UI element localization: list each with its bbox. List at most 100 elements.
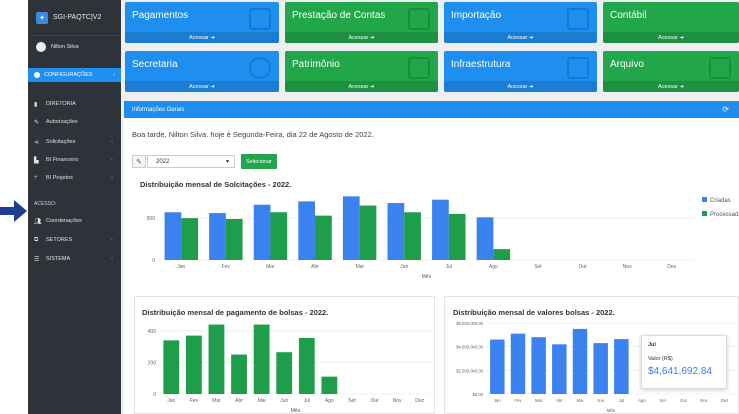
tile-access-link[interactable]: Acessar ➔ — [285, 81, 438, 92]
year-select[interactable]: 2022 ▼ — [147, 155, 235, 168]
bar — [593, 343, 608, 394]
sidebar-item-label: Coordenações — [46, 218, 82, 224]
x-tick-label: Ago — [489, 264, 498, 270]
bar — [209, 213, 226, 260]
sidebar-item-solicitacoes[interactable]: ⋖ Solicitações ‹ — [28, 133, 121, 151]
chevron-left-icon: ‹ — [111, 256, 113, 262]
tile-action-label: Acessar — [348, 34, 369, 41]
bar — [404, 212, 421, 260]
year-select-value: 2022 — [156, 158, 170, 165]
refresh-icon[interactable]: ⟳ — [722, 105, 729, 114]
x-axis-label: Mês — [422, 274, 432, 280]
bar — [531, 337, 546, 394]
sidebar-item-label: SETORES — [46, 237, 73, 243]
chevron-down-icon: ▼ — [225, 158, 230, 165]
tile-action-label: Acessar — [188, 34, 209, 41]
x-tick-label: Nov — [393, 398, 402, 404]
bar — [387, 203, 405, 260]
select-button[interactable]: Selecionar — [241, 154, 277, 169]
sidebar-item-configuracoes[interactable]: CONFIGURAÇÕES ‹ — [28, 68, 121, 82]
x-tick-label: Fev — [222, 264, 231, 270]
chevron-left-icon: ‹ — [111, 237, 113, 243]
tile-importacao[interactable]: Importação Acessar ➔ — [444, 2, 597, 43]
x-tick-label: Out — [579, 264, 588, 270]
y-tick-label: 0 — [153, 392, 156, 398]
bar — [614, 339, 629, 394]
x-tick-label: Mai — [577, 398, 584, 403]
bar — [225, 218, 243, 260]
x-tick-label: Jan — [177, 264, 185, 270]
panel-header: Informações Gerais ⟳ — [124, 101, 739, 118]
x-tick-label: Nov — [623, 264, 632, 270]
x-tick-label: Jul — [304, 398, 310, 404]
chart-solicitacoes: 500 0 Jan Fev Mar Abr Mai Jun Jul Ago Set Out Nov Dez… — [147, 196, 739, 280]
cash-register-icon — [249, 8, 271, 30]
tile-action-label: Acessar — [657, 83, 678, 90]
x-tick-label: Jun — [280, 398, 288, 404]
bar — [270, 212, 288, 260]
x-tick-label: Mar — [535, 398, 543, 403]
settings-icon — [34, 72, 40, 78]
bar — [552, 344, 567, 394]
tile-infraestrutura[interactable]: Infraestrutura Acessar ➔ — [444, 51, 597, 92]
sidebar-item-coordenacoes[interactable]: 👥︎ Coordenações — [28, 212, 121, 230]
chevron-left-icon: ‹ — [113, 72, 115, 78]
tools-icon: ✎ — [34, 119, 40, 126]
sidebar-item-sistema[interactable]: ☰ SISTEMA ‹ — [28, 250, 121, 268]
bar — [448, 213, 466, 260]
x-tick-label: Jan — [494, 398, 501, 403]
y-tick-label: 400 — [148, 329, 157, 335]
tile-prestacao-de-contas[interactable]: Prestação de Contas Acessar ➔ — [285, 2, 438, 43]
tile-access-link[interactable]: Acessar ➔ — [285, 32, 438, 43]
tile-access-link[interactable]: Acessar ➔ — [603, 81, 739, 92]
chart-pagamento-bolsas: 400 200 0 Jan Fev Mar Abr Mai Jun Jul Ago Set Out Nov… — [148, 324, 431, 414]
brand[interactable]: ✦ SGI-PAQTC|V2 — [28, 0, 121, 36]
bar — [510, 333, 526, 394]
sidebar-item-setores[interactable]: ⧉ SETORES ‹ — [28, 231, 121, 249]
sidebar-item-label: Autorizações — [46, 119, 78, 125]
tile-title: Secretaria — [132, 59, 178, 70]
tile-patrimonio[interactable]: Patrimônio Acessar ➔ — [285, 51, 438, 92]
logo-icon: ✦ — [36, 11, 48, 24]
bar — [298, 337, 315, 394]
bar — [231, 354, 247, 394]
sidebar-item-bi-projetos[interactable]: ⑂ BI Projetos ‹ — [28, 169, 121, 187]
wrench-icon — [567, 57, 589, 79]
import-icon — [567, 8, 589, 30]
user-profile[interactable]: Nilton Silva — [28, 36, 121, 58]
sidebar-item-label: DIRETORIA — [46, 101, 76, 107]
tile-access-link[interactable]: Acessar ➔ — [125, 81, 279, 92]
sidebar-item-label: Solicitações — [46, 139, 76, 145]
x-tick-label: Jun — [400, 264, 408, 270]
tile-access-link[interactable]: Acessar ➔ — [444, 81, 597, 92]
pin-icon — [408, 57, 430, 79]
sidebar-item-bi-financeiro[interactable]: ▙ BI Financeiro ‹ — [28, 151, 121, 169]
y-tick-label: 0 — [152, 258, 155, 264]
tile-access-link[interactable]: Acessar ➔ — [125, 32, 279, 43]
bar — [321, 376, 338, 394]
tile-pagamentos[interactable]: Pagamentos Acessar ➔ — [125, 2, 279, 43]
x-tick-label: Dez — [721, 398, 728, 403]
avatar — [36, 42, 46, 52]
panel-pagamento-bolsas: Distribuição mensal de pagamento de bols… — [134, 296, 435, 414]
chevron-left-icon: ‹ — [111, 157, 113, 163]
edit-icon[interactable]: ✎ — [132, 155, 146, 168]
bar — [181, 218, 199, 260]
x-tick-label: Dez — [667, 264, 676, 270]
bar — [315, 215, 332, 260]
bar — [185, 335, 202, 394]
chart-title-pagamento: Distribuição mensal de pagamento de bols… — [142, 308, 329, 317]
x-tick-label: Jun — [597, 398, 604, 403]
tile-action-label: Acessar — [348, 83, 369, 90]
tile-contabil[interactable]: Contábil Acessar ➔ — [603, 2, 739, 43]
sidebar: ✦ SGI-PAQTC|V2 Nilton Silva CONFIGURAÇÕE… — [28, 0, 121, 414]
tile-secretaria[interactable]: Secretaria Acessar ➔ — [125, 51, 279, 92]
chart-tooltip: Jul Valor (R$) $4,641,692.84 — [641, 335, 727, 389]
tile-access-link[interactable]: Acessar ➔ — [603, 32, 739, 43]
tile-arquivo[interactable]: Arquivo Acessar ➔ — [603, 51, 739, 92]
tile-action-label: Acessar — [188, 83, 209, 90]
sidebar-item-diretoria[interactable]: ▮ DIRETORIA — [28, 95, 121, 113]
sidebar-item-autorizacoes[interactable]: ✎ Autorizações — [28, 113, 121, 131]
x-tick-label: Mai — [356, 264, 364, 270]
tile-access-link[interactable]: Acessar ➔ — [444, 32, 597, 43]
